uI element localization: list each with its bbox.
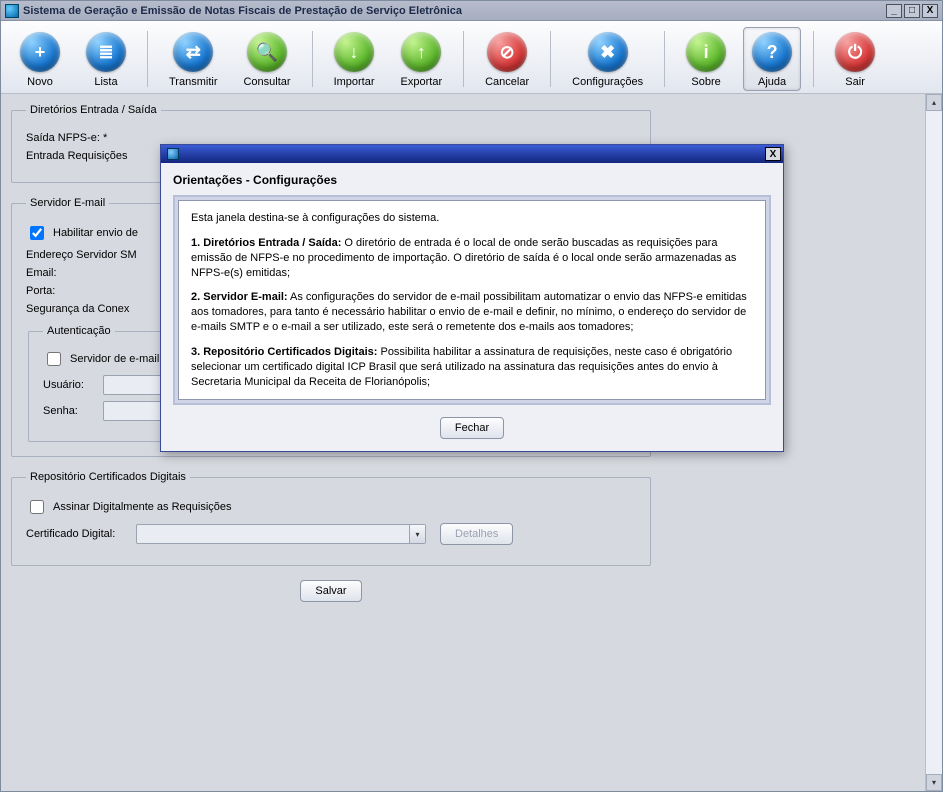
cancelar-button[interactable]: ⊘ Cancelar (476, 27, 538, 91)
configuracoes-label: Configurações (572, 76, 643, 88)
usuario-label: Usuário: (43, 379, 103, 391)
assinar-check-input[interactable] (30, 500, 44, 514)
help-icon: ? (752, 32, 792, 72)
novo-button[interactable]: + Novo (11, 27, 69, 91)
titlebar: Sistema de Geração e Emissão de Notas Fi… (1, 1, 942, 21)
dialog-heading: Orientações - Configurações (161, 163, 783, 195)
dialog-body: Esta janela destina-se à configurações d… (178, 200, 766, 400)
maximize-button[interactable]: □ (904, 4, 920, 18)
list-icon: ≣ (86, 32, 126, 72)
transmitir-label: Transmitir (169, 76, 217, 88)
exportar-button[interactable]: ↑ Exportar (392, 27, 452, 91)
search-icon: 🔍 (247, 32, 287, 72)
info-icon: i (686, 32, 726, 72)
scroll-track[interactable] (926, 111, 942, 774)
sobre-label: Sobre (691, 76, 720, 88)
minimize-button[interactable]: _ (886, 4, 902, 18)
scroll-down-button[interactable]: ▾ (926, 774, 942, 791)
dialog-titlebar: X (161, 145, 783, 163)
habilitar-check-input[interactable] (30, 226, 44, 240)
auth-legend: Autenticação (43, 325, 115, 337)
dialog-icon (167, 148, 179, 160)
detalhes-button[interactable]: Detalhes (440, 523, 513, 545)
entrada-label: Entrada Requisições (26, 150, 176, 162)
scroll-up-button[interactable]: ▴ (926, 94, 942, 111)
toolbar-separator (312, 31, 313, 87)
exportar-label: Exportar (401, 76, 443, 88)
email-legend: Servidor E-mail (26, 197, 109, 209)
salvar-button[interactable]: Salvar (300, 580, 361, 602)
ajuda-button[interactable]: ? Ajuda (743, 27, 801, 91)
chevron-down-icon[interactable]: ▾ (409, 525, 425, 543)
senha-label: Senha: (43, 405, 103, 417)
app-icon (5, 4, 19, 18)
ajuda-label: Ajuda (758, 76, 786, 88)
importar-button[interactable]: ↓ Importar (325, 27, 384, 91)
dialog-body-frame: Esta janela destina-se à configurações d… (173, 195, 771, 405)
help-dialog: X Orientações - Configurações Esta janel… (160, 144, 784, 452)
dialog-section-1: 1. Diretórios Entrada / Saída: O diretór… (191, 236, 753, 281)
lista-button[interactable]: ≣ Lista (77, 27, 135, 91)
toolbar-separator (813, 31, 814, 87)
vertical-scrollbar[interactable]: ▴ ▾ (925, 94, 942, 791)
cancelar-label: Cancelar (485, 76, 529, 88)
assinar-label: Assinar Digitalmente as Requisições (53, 501, 232, 513)
endereco-label: Endereço Servidor SM (26, 249, 176, 261)
close-button[interactable]: X (922, 4, 938, 18)
new-icon: + (20, 32, 60, 72)
dialog-footer: Fechar (161, 405, 783, 451)
dialog-close-button[interactable]: X (765, 147, 781, 161)
cert-legend: Repositório Certificados Digitais (26, 471, 190, 483)
importar-label: Importar (334, 76, 375, 88)
toolbar-separator (147, 31, 148, 87)
consultar-label: Consultar (243, 76, 290, 88)
assinar-checkbox[interactable]: Assinar Digitalmente as Requisições (26, 497, 636, 517)
fechar-button[interactable]: Fechar (440, 417, 504, 439)
import-icon: ↓ (334, 32, 374, 72)
transmit-icon: ⇄ (173, 32, 213, 72)
settings-icon: ✖ (588, 32, 628, 72)
novo-label: Novo (27, 76, 53, 88)
certificado-label: Certificado Digital: (26, 528, 136, 540)
dialog-intro: Esta janela destina-se à configurações d… (191, 211, 753, 226)
sobre-button[interactable]: i Sobre (677, 27, 735, 91)
porta-label: Porta: (26, 285, 176, 297)
saida-label: Saída NFPS-e: * (26, 132, 176, 144)
lista-label: Lista (94, 76, 117, 88)
cancel-icon: ⊘ (487, 32, 527, 72)
auth-check-input[interactable] (47, 352, 61, 366)
habilitar-label: Habilitar envio de (53, 227, 138, 239)
directories-legend: Diretórios Entrada / Saída (26, 104, 161, 116)
consultar-button[interactable]: 🔍 Consultar (234, 27, 299, 91)
email-label: Email: (26, 267, 176, 279)
toolbar-separator (463, 31, 464, 87)
cert-group: Repositório Certificados Digitais Assina… (11, 471, 651, 566)
dialog-section-2: 2. Servidor E-mail: As configurações do … (191, 290, 753, 335)
toolbar: + Novo ≣ Lista ⇄ Transmitir 🔍 Consultar … (1, 21, 942, 94)
window-title: Sistema de Geração e Emissão de Notas Fi… (23, 5, 462, 17)
sair-button[interactable]: ⏻ Sair (826, 27, 884, 91)
power-icon: ⏻ (835, 32, 875, 72)
dialog-section-3: 3. Repositório Certificados Digitais: Po… (191, 345, 753, 390)
export-icon: ↑ (401, 32, 441, 72)
configuracoes-button[interactable]: ✖ Configurações (563, 27, 652, 91)
certificado-combo[interactable]: ▾ (136, 524, 426, 544)
toolbar-separator (664, 31, 665, 87)
toolbar-separator (550, 31, 551, 87)
sair-label: Sair (845, 76, 865, 88)
seguranca-label: Segurança da Conex (26, 303, 176, 315)
transmitir-button[interactable]: ⇄ Transmitir (160, 27, 226, 91)
